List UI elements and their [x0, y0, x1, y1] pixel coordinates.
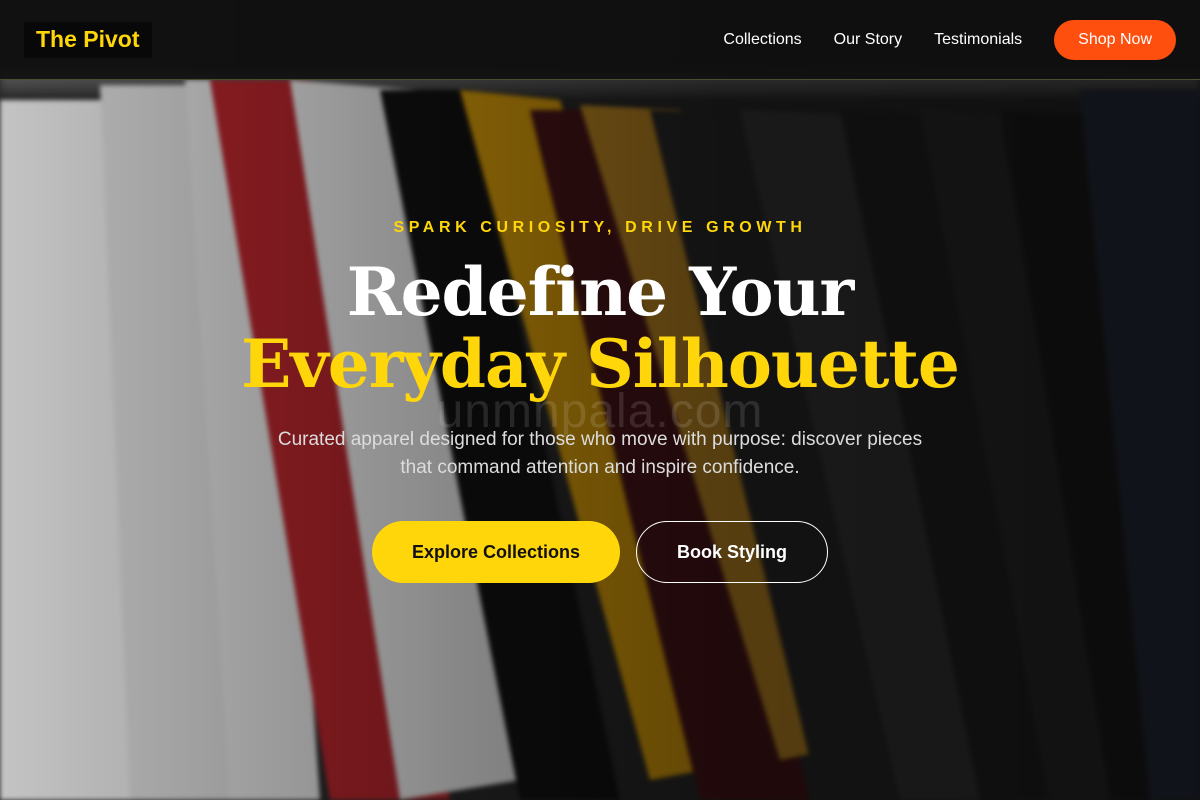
hero-subtext: Curated apparel designed for those who m…	[277, 429, 923, 478]
explore-collections-button[interactable]: Explore Collections	[372, 521, 620, 583]
hero-eyebrow: SPARK CURIOSITY, DRIVE GROWTH	[393, 219, 807, 236]
nav-link-testimonials[interactable]: Testimonials	[934, 31, 1022, 49]
main-navigation: Collections Our Story Testimonials Shop …	[691, 19, 1176, 60]
site-logo[interactable]: The Pivot	[24, 21, 152, 58]
nav-link-our-story[interactable]: Our Story	[834, 31, 902, 49]
hero-content: unmnpala.com SPARK CURIOSITY, DRIVE GROW…	[0, 0, 1200, 800]
nav-link-collections[interactable]: Collections	[723, 31, 801, 49]
shop-now-button[interactable]: Shop Now	[1054, 19, 1176, 60]
book-styling-button[interactable]: Book Styling	[636, 521, 828, 583]
headline-line-2: Everyday Silhouette	[241, 325, 960, 403]
headline-line-1: Redefine Your	[346, 253, 855, 331]
hero-buttons: Explore Collections Book Styling	[0, 521, 1200, 583]
hero-headline: Redefine Your Everyday Silhouette	[0, 256, 1200, 400]
top-navbar: The Pivot Collections Our Story Testimon…	[0, 0, 1200, 80]
